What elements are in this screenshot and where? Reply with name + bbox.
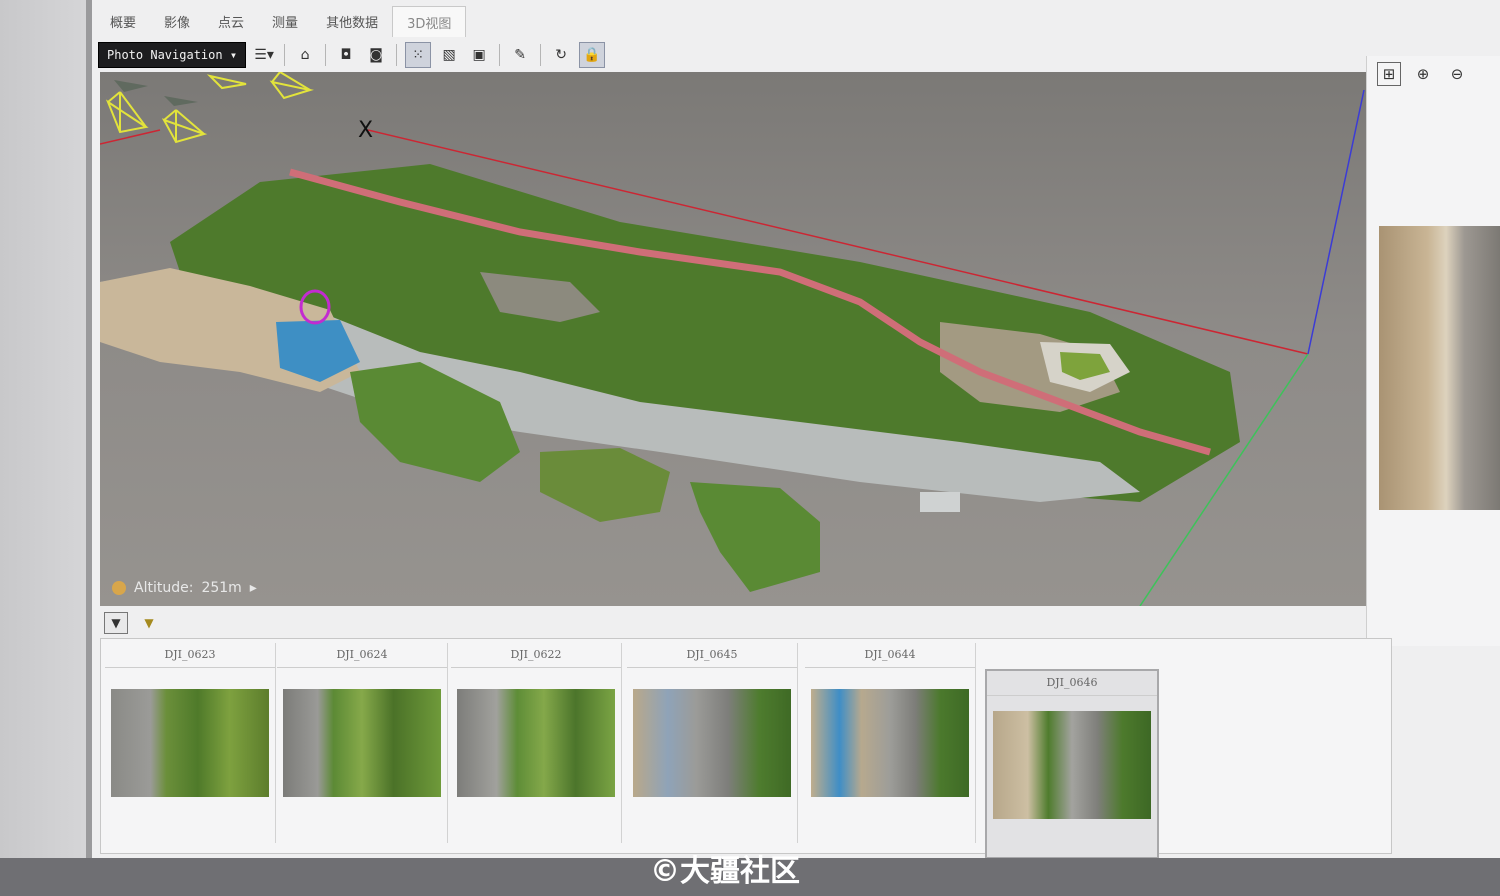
texture-icon[interactable]: ▣ <box>467 43 491 67</box>
terrain-model <box>100 164 1240 592</box>
thumbnail-item[interactable]: DJI_0623 <box>105 643 276 843</box>
thumbnail-image <box>633 689 791 797</box>
layers-icon[interactable]: ☰▾ <box>252 43 276 67</box>
thumbnail-image <box>993 711 1151 819</box>
thumbnail-filter-bar: ▼ ▼ <box>100 610 1394 636</box>
toolbar-separator <box>284 44 286 66</box>
filter-clear-icon[interactable]: ▼ <box>138 613 160 633</box>
thumbnail-image <box>111 689 269 797</box>
thumbnail-label: DJI_0646 <box>987 671 1157 696</box>
camera-icon[interactable]: ◙ <box>364 43 388 67</box>
viewer-toolbar: Photo Navigation ▾ ☰▾ ⌂ ◘ ◙ ⁙ ▧ ▣ ✎ ↻ 🔒 <box>98 40 606 70</box>
altitude-arrow-icon[interactable]: ▸ <box>250 580 257 596</box>
thumbnail-item[interactable]: DJI_0624 <box>277 643 448 843</box>
thumbnail-item[interactable]: DJI_0644 <box>805 643 976 843</box>
thumbnail-label: DJI_0624 <box>277 643 447 668</box>
thumbnail-label: DJI_0622 <box>451 643 621 668</box>
camera-positions <box>105 72 314 144</box>
app-window: 概要 影像 点云 测量 其他数据 3D视图 Photo Navigation ▾… <box>92 0 1500 862</box>
toolbar-separator <box>499 44 501 66</box>
toolbar-separator <box>396 44 398 66</box>
thumbnail-label: DJI_0644 <box>805 643 975 668</box>
thumbnail-strip: DJI_0623 DJI_0624 DJI_0622 DJI_0645 DJI_… <box>100 638 1392 859</box>
tab-point-cloud[interactable]: 点云 <box>204 6 258 36</box>
fit-view-icon[interactable]: ⊞ <box>1377 62 1401 86</box>
home-icon[interactable]: ⌂ <box>293 43 317 67</box>
selected-image-preview[interactable] <box>1379 226 1500 510</box>
tab-overview[interactable]: 概要 <box>96 6 150 36</box>
zoom-in-icon[interactable]: ⊕ <box>1411 62 1435 86</box>
thumbnail-image <box>457 689 615 797</box>
image-preview-panel: ⊞ ⊕ ⊖ <box>1366 56 1500 646</box>
tab-other-data[interactable]: 其他数据 <box>312 6 392 36</box>
tab-images[interactable]: 影像 <box>150 6 204 36</box>
navigation-mode-label: Photo Navigation <box>107 48 223 62</box>
altitude-value: 251m <box>201 580 242 596</box>
navigation-mode-select[interactable]: Photo Navigation ▾ <box>98 42 247 68</box>
ruler-icon[interactable]: ✎ <box>508 43 532 67</box>
desktop-left-area <box>0 0 90 896</box>
bbox-red-edge <box>100 129 161 145</box>
altitude-icon <box>112 581 126 595</box>
thumbnail-image <box>811 689 969 797</box>
thumbnail-image <box>283 689 441 797</box>
axis-x-marker: X <box>358 118 373 143</box>
mesh-icon[interactable]: ▧ <box>437 43 461 67</box>
point-grid-icon[interactable]: ⁙ <box>405 42 432 68</box>
altitude-label: Altitude: <box>134 580 194 596</box>
chevron-down-icon: ▾ <box>229 48 238 62</box>
filter-icon[interactable]: ▼ <box>104 612 128 634</box>
thumbnail-item[interactable]: DJI_0622 <box>451 643 622 843</box>
toolbar-separator <box>325 44 327 66</box>
zoom-out-icon[interactable]: ⊖ <box>1445 62 1469 86</box>
3d-viewport[interactable]: X Altitude: 251m ▸ <box>100 72 1388 606</box>
rotate-icon[interactable]: ↻ <box>549 43 573 67</box>
3d-scene: X <box>100 72 1365 606</box>
main-tabs: 概要 影像 点云 测量 其他数据 3D视图 <box>96 6 467 37</box>
camera-small-icon[interactable]: ◘ <box>334 43 358 67</box>
thumbnail-item-selected[interactable]: DJI_0646 <box>985 669 1159 859</box>
thumbnail-item[interactable]: DJI_0645 <box>627 643 798 843</box>
toolbar-separator <box>540 44 542 66</box>
preview-tools: ⊞ ⊕ ⊖ <box>1367 56 1500 92</box>
tab-measure[interactable]: 测量 <box>258 6 312 36</box>
thumbnail-label: DJI_0645 <box>627 643 797 668</box>
bbox-blue-edge <box>1307 89 1365 355</box>
thumbnail-label: DJI_0623 <box>105 643 275 668</box>
lock-icon[interactable]: 🔒 <box>579 42 606 68</box>
tab-3d-view[interactable]: 3D视图 <box>392 6 467 37</box>
watermark-text: ©大疆社区 <box>650 854 800 889</box>
altitude-readout: Altitude: 251m ▸ <box>112 580 257 596</box>
